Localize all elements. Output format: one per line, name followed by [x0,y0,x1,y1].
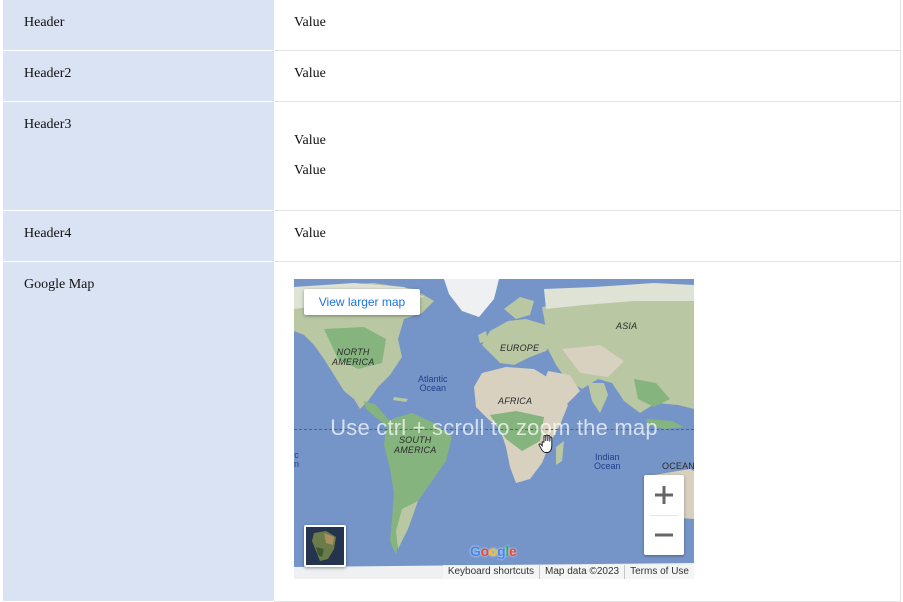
zoom-out-button[interactable] [644,515,684,555]
map-label-indian-ocean: Indian Ocean [594,451,621,471]
google-map[interactable]: NORTH AMERICA EUROPE ASIA AFRICA SOUTH A… [294,278,694,579]
satellite-thumbnail [306,526,344,565]
map-label-asia: ASIA [616,320,638,331]
row-value: Value [274,0,901,51]
row-value: Value [274,210,901,262]
logo-letter: o [488,542,498,559]
map-label-africa: AFRICA [498,395,533,406]
map-label-atlantic-ocean: Atlantic Ocean [418,373,448,393]
map-attribution-bar: Keyboard shortcuts Map data ©2023 Terms … [442,564,694,579]
map-data-link[interactable]: Map data ©2023 [539,564,624,579]
row-value-cell: Value Value [274,101,901,211]
zoom-in-button[interactable] [644,475,684,515]
info-table: Header Value Header2 Value Header3 Value… [3,0,901,602]
table-row: Header3 Value Value [3,101,901,211]
zoom-hint-overlay: Use ctrl + scroll to zoom the map [330,414,658,440]
row-value: Value [274,50,901,102]
map-label-edge: c n [294,449,300,469]
logo-letter: e [508,542,517,559]
row-header: Google Map [3,261,274,602]
row-header: Header3 [3,101,274,211]
table-row: Header Value [3,0,901,51]
row-header: Header [3,0,274,51]
logo-letter: G [470,542,481,559]
row-value: Value [294,132,326,148]
row-header: Header2 [3,50,274,102]
map-label-ocean: OCEAN [662,460,694,471]
plus-icon [655,485,673,504]
view-larger-map-button[interactable]: View larger map [304,288,420,315]
map-cell: NORTH AMERICA EUROPE ASIA AFRICA SOUTH A… [274,261,901,602]
logo-letter: o [480,542,490,559]
map-label-north-america: NORTH AMERICA [332,346,375,367]
terms-of-use-link[interactable]: Terms of Use [624,564,694,579]
table-row: Header4 Value [3,210,901,262]
zoom-control [644,474,684,555]
keyboard-shortcuts-link[interactable]: Keyboard shortcuts [443,565,539,579]
table-row: Google Map NORTH AMERICA EUROPE ASIA AFR… [3,261,901,602]
google-logo: Google [470,542,517,559]
row-header: Header4 [3,210,274,262]
minus-icon [655,533,673,536]
table-row: Header2 Value [3,50,901,102]
map-label-europe: EUROPE [500,342,540,353]
map-type-satellite-toggle[interactable] [304,524,346,567]
hand-cursor-icon [538,434,553,453]
row-value: Value [294,162,326,178]
